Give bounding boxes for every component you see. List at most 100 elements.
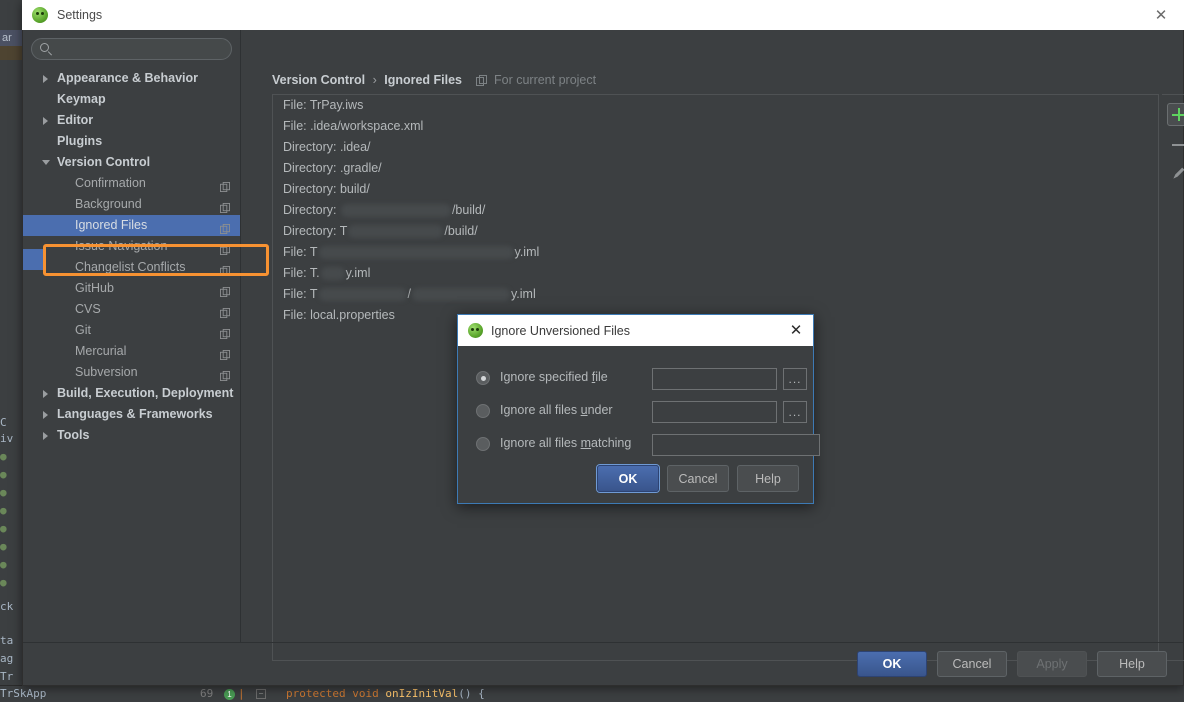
dialog-body: OK Cancel Help Ignore specified file... I… [458, 346, 820, 504]
sidebar-item-build-execution-deployment[interactable]: Build, Execution, Deployment [23, 383, 240, 404]
sidebar-item-background[interactable]: Background [23, 194, 240, 215]
sidebar-item-mercurial[interactable]: Mercurial [23, 341, 240, 362]
copy-icon [220, 199, 230, 213]
ignored-list-row[interactable]: File: T. y.iml [273, 263, 1158, 284]
ide-edge-icon-8: ● [0, 576, 7, 589]
chevron-right-icon[interactable] [43, 117, 48, 125]
sidebar-item-label: Keymap [57, 92, 106, 106]
ignored-list-row[interactable]: File: T y.iml [273, 242, 1158, 263]
edit-pencil-button[interactable] [1167, 161, 1184, 184]
breadcrumb-separator: › [372, 73, 377, 87]
redacted-text [348, 225, 444, 239]
dialog-close-icon[interactable]: ✕ [787, 321, 805, 339]
settings-window: Settings ✕ Appearance & Behavior Keymap Ed… [22, 0, 1184, 686]
sidebar-item-issue-navigation[interactable]: Issue Navigation [23, 236, 240, 257]
copy-scope-icon [475, 75, 487, 89]
ignored-list-row-text: / [407, 287, 411, 301]
ide-edge-icon-4: ● [0, 504, 7, 517]
chevron-right-icon[interactable] [43, 432, 48, 440]
sidebar-item-changelist-conflicts[interactable]: Changelist Conflicts [23, 257, 240, 278]
dialog-field-input[interactable] [653, 402, 776, 422]
window-title: Settings [57, 8, 103, 22]
dialog-text-field[interactable] [652, 401, 777, 423]
close-icon[interactable]: ✕ [1138, 0, 1184, 30]
sidebar-item-confirmation[interactable]: Confirmation [23, 173, 240, 194]
search-wrapper [23, 30, 240, 60]
copy-icon [220, 203, 230, 213]
dialog-cancel-button[interactable]: Cancel [667, 465, 729, 492]
sidebar-item-version-control[interactable]: Version Control [23, 152, 240, 173]
sidebar-item-label: CVS [75, 302, 101, 316]
sidebar-item-appearance-behavior[interactable]: Appearance & Behavior [23, 68, 240, 89]
ignored-list-row-text: y.iml [514, 245, 540, 259]
ignored-list-row[interactable]: Directory: T/build/ [273, 221, 1158, 242]
browse-button[interactable]: ... [783, 368, 807, 390]
breadcrumb-scope-label: For current project [493, 73, 597, 87]
ignored-list-row[interactable]: File: .idea/workspace.xml [273, 116, 1158, 137]
dialog-footer: OK Cancel Apply Help [23, 642, 1183, 685]
add-button[interactable] [1167, 103, 1184, 126]
sidebar-item-label: Plugins [57, 134, 103, 148]
ignored-list-row-text: File: T. [283, 266, 320, 280]
dialog-field-input[interactable] [653, 369, 776, 389]
window-body: Appearance & Behavior Keymap Editor Plugins… [22, 30, 1184, 686]
remove-button[interactable] [1167, 133, 1184, 156]
chevron-right-icon[interactable] [43, 411, 48, 419]
sidebar-item-languages-frameworks[interactable]: Languages & Frameworks [23, 404, 240, 425]
settings-sidebar: Appearance & Behavior Keymap Editor Plugins… [23, 30, 269, 642]
ide-project-tab: ar [0, 30, 22, 46]
ignored-list-row[interactable]: Directory: .gradle/ [273, 158, 1158, 179]
ignored-list-row[interactable]: Directory: .idea/ [273, 137, 1158, 158]
ignored-list-row[interactable]: Directory: /build/ [273, 200, 1158, 221]
sidebar-item-ignored-files[interactable]: Ignored Files [23, 215, 240, 236]
sidebar-item-label: Editor [57, 113, 94, 127]
sidebar-item-editor[interactable]: Editor [23, 110, 240, 131]
apply-button[interactable]: Apply [1017, 651, 1087, 677]
sidebar-item-keymap[interactable]: Keymap [23, 89, 240, 110]
ignored-list-row-text: Directory: .gradle/ [283, 161, 382, 175]
radio-button[interactable] [476, 437, 490, 451]
search-box[interactable] [31, 38, 232, 60]
help-button[interactable]: Help [1097, 651, 1167, 677]
breadcrumb-root[interactable]: Version Control [272, 73, 365, 87]
sidebar-item-plugins[interactable]: Plugins [23, 131, 240, 152]
android-studio-icon [32, 7, 48, 23]
ide-highlighted-row [0, 46, 22, 60]
sidebar-item-label: Tools [57, 428, 90, 442]
sidebar-item-subversion[interactable]: Subversion [23, 362, 240, 383]
copy-icon [220, 283, 230, 297]
dialog-help-button[interactable]: Help [737, 465, 799, 492]
sidebar-item-github[interactable]: GitHub [23, 278, 240, 299]
ignored-list-row[interactable]: File: T / y.iml [273, 284, 1158, 305]
redacted-text [318, 246, 514, 260]
minus-icon [1172, 143, 1184, 146]
copy-icon [220, 262, 230, 276]
copy-icon [220, 304, 230, 318]
search-input[interactable] [56, 39, 223, 59]
sidebar-item-git[interactable]: Git [23, 320, 240, 341]
sidebar-item-tools[interactable]: Tools [23, 425, 240, 446]
cancel-button[interactable]: Cancel [937, 651, 1007, 677]
chevron-down-icon[interactable] [42, 160, 50, 165]
sidebar-item-label: Subversion [75, 365, 138, 379]
chevron-right-icon[interactable] [43, 75, 48, 83]
android-studio-icon [468, 323, 483, 338]
dialog-field-input[interactable] [653, 435, 819, 455]
dialog-ok-button[interactable]: OK [597, 465, 659, 492]
browse-button[interactable]: ... [783, 401, 807, 423]
ignored-list-row-text: File: TrPay.iws [283, 98, 364, 112]
dialog-text-field[interactable] [652, 434, 820, 456]
copy-icon [220, 325, 230, 339]
copy-icon [220, 224, 230, 234]
ignored-list-row[interactable]: File: TrPay.iws [273, 95, 1158, 116]
sidebar-item-cvs[interactable]: CVS [23, 299, 240, 320]
copy-icon [220, 367, 230, 381]
radio-button[interactable] [476, 404, 490, 418]
chevron-right-icon[interactable] [43, 390, 48, 398]
radio-button[interactable] [476, 371, 490, 385]
copy-icon [220, 182, 230, 192]
dialog-text-field[interactable] [652, 368, 777, 390]
sidebar-item-label: Changelist Conflicts [75, 260, 186, 274]
ok-button[interactable]: OK [857, 651, 927, 677]
ignored-list-row[interactable]: Directory: build/ [273, 179, 1158, 200]
